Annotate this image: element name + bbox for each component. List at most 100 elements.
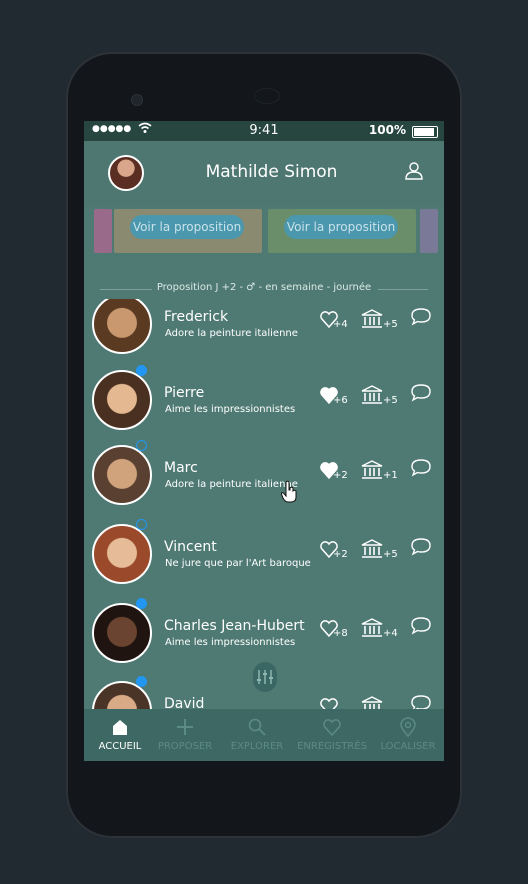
home-icon bbox=[113, 720, 127, 735]
bottom-tab-bar: ACCUEIL PROPOSER EXPLORER ENREGISTRÉS LO… bbox=[84, 709, 444, 761]
people-list: Frederick Adore la peinture italienne +4 +5… bbox=[84, 299, 444, 709]
status-badge bbox=[136, 440, 147, 451]
chat-button[interactable] bbox=[410, 383, 444, 407]
list-item[interactable]: Frederick Adore la peinture italienne +4 +5 bbox=[84, 299, 444, 363]
proposal-card-right[interactable]: Voir la proposition bbox=[268, 209, 416, 253]
front-camera bbox=[131, 94, 143, 106]
like-count: +4 bbox=[333, 319, 348, 330]
avatar[interactable] bbox=[92, 524, 152, 584]
tab-label: LOCALISER bbox=[380, 741, 436, 752]
location-pin-icon bbox=[400, 717, 416, 737]
section-divider: Proposition J +2 - ♂ - en semaine - jour… bbox=[100, 281, 428, 297]
museum-button[interactable]: +4 bbox=[361, 618, 401, 642]
like-button[interactable]: +6 bbox=[319, 385, 359, 409]
person-description: Adore la peinture italienne bbox=[165, 328, 298, 339]
proposal-card-left[interactable]: Voir la proposition bbox=[114, 209, 262, 253]
tab-accueil[interactable]: ACCUEIL bbox=[84, 709, 156, 761]
person-description: Aime les impressionnistes bbox=[165, 637, 296, 648]
museum-count: +4 bbox=[383, 628, 398, 639]
list-item[interactable]: Vincent Ne jure que par l'Art baroque +2 +5 bbox=[84, 515, 444, 593]
museum-icon bbox=[361, 309, 383, 328]
like-button[interactable]: +8 bbox=[319, 618, 359, 642]
person-description: Ne jure que par l'Art baroque bbox=[165, 558, 311, 569]
person-name: Pierre bbox=[164, 385, 205, 401]
status-badge bbox=[136, 676, 147, 687]
person-description: Adore la peinture italienne bbox=[165, 479, 298, 490]
speaker bbox=[254, 88, 280, 104]
like-button[interactable]: +2 bbox=[319, 460, 359, 484]
app-screen: ●●●●● 9:41 100% Mathilde Simon Voir la p… bbox=[84, 121, 444, 761]
museum-icon bbox=[361, 460, 383, 479]
chat-button[interactable] bbox=[410, 694, 444, 709]
tab-explorer[interactable]: EXPLORER bbox=[221, 709, 293, 761]
avatar[interactable] bbox=[92, 299, 152, 354]
hand-cursor-icon bbox=[280, 480, 297, 508]
museum-button[interactable]: +5 bbox=[361, 309, 401, 333]
status-badge bbox=[136, 519, 147, 530]
tab-label: ENREGISTRÉS bbox=[297, 741, 367, 752]
museum-button[interactable] bbox=[361, 696, 401, 709]
status-badge bbox=[136, 365, 147, 376]
search-icon bbox=[248, 718, 266, 736]
tab-proposer[interactable]: PROPOSER bbox=[149, 709, 221, 761]
avatar[interactable] bbox=[92, 370, 152, 430]
chat-bubble-icon bbox=[411, 695, 431, 709]
tab-enregistres[interactable]: ENREGISTRÉS bbox=[296, 709, 368, 761]
proposal-card-left-edge bbox=[94, 209, 112, 253]
battery-icon bbox=[412, 126, 438, 138]
person-name: Charles Jean-Hubert bbox=[164, 618, 305, 634]
filter-button[interactable] bbox=[253, 662, 277, 692]
tab-label: ACCUEIL bbox=[98, 741, 142, 752]
chat-button[interactable] bbox=[410, 307, 444, 331]
like-count: +8 bbox=[333, 628, 348, 639]
chat-bubble-icon bbox=[411, 617, 431, 635]
view-proposal-button[interactable]: Voir la proposition bbox=[284, 215, 398, 239]
museum-button[interactable]: +1 bbox=[361, 460, 401, 484]
proposal-cards: Voir la proposition Voir la proposition bbox=[84, 207, 444, 263]
list-item[interactable]: Charles Jean-Hubert Aime les impressionni… bbox=[84, 594, 444, 672]
list-item[interactable]: Pierre Aime les impressionnistes +6 +5 bbox=[84, 361, 444, 439]
like-button[interactable]: +4 bbox=[319, 309, 359, 333]
avatar[interactable] bbox=[92, 603, 152, 663]
app-header: Mathilde Simon bbox=[84, 141, 444, 207]
person-name: David bbox=[164, 696, 205, 709]
museum-icon bbox=[361, 539, 383, 558]
like-count: +6 bbox=[333, 395, 348, 406]
museum-count: +5 bbox=[383, 549, 398, 560]
like-button[interactable] bbox=[319, 696, 359, 709]
avatar[interactable] bbox=[92, 445, 152, 505]
like-count: +2 bbox=[333, 549, 348, 560]
museum-count: +1 bbox=[383, 470, 398, 481]
museum-icon bbox=[361, 385, 383, 404]
sliders-icon bbox=[257, 670, 273, 684]
like-button[interactable]: +2 bbox=[319, 539, 359, 563]
user-outline-icon[interactable] bbox=[404, 161, 424, 181]
museum-count: +5 bbox=[383, 319, 398, 330]
plus-icon bbox=[177, 719, 193, 735]
proposal-card-right-edge bbox=[420, 209, 438, 253]
chat-button[interactable] bbox=[410, 458, 444, 482]
chat-button[interactable] bbox=[410, 616, 444, 640]
view-proposal-button[interactable]: Voir la proposition bbox=[130, 215, 244, 239]
battery-percent: 100% bbox=[368, 123, 406, 137]
section-label: Proposition J +2 - ♂ - en semaine - jour… bbox=[156, 282, 372, 293]
chat-bubble-icon bbox=[411, 459, 431, 477]
tab-localiser[interactable]: LOCALISER bbox=[372, 709, 444, 761]
museum-count: +5 bbox=[383, 395, 398, 406]
chat-bubble-icon bbox=[411, 538, 431, 556]
museum-icon bbox=[361, 618, 383, 637]
status-bar: ●●●●● 9:41 100% bbox=[84, 121, 444, 141]
person-name: Frederick bbox=[164, 309, 229, 325]
heart-icon bbox=[320, 698, 338, 709]
person-name: Vincent bbox=[164, 539, 217, 555]
page-title: Mathilde Simon bbox=[205, 162, 338, 182]
list-item[interactable]: Marc Adore la peinture italienne +2 +1 bbox=[84, 436, 444, 514]
museum-icon bbox=[361, 696, 383, 709]
tab-label: PROPOSER bbox=[157, 741, 213, 752]
chat-bubble-icon bbox=[411, 308, 431, 326]
museum-button[interactable]: +5 bbox=[361, 539, 401, 563]
museum-button[interactable]: +5 bbox=[361, 385, 401, 409]
person-description: Aime les impressionnistes bbox=[165, 404, 296, 415]
like-count: +2 bbox=[333, 470, 348, 481]
chat-button[interactable] bbox=[410, 537, 444, 561]
